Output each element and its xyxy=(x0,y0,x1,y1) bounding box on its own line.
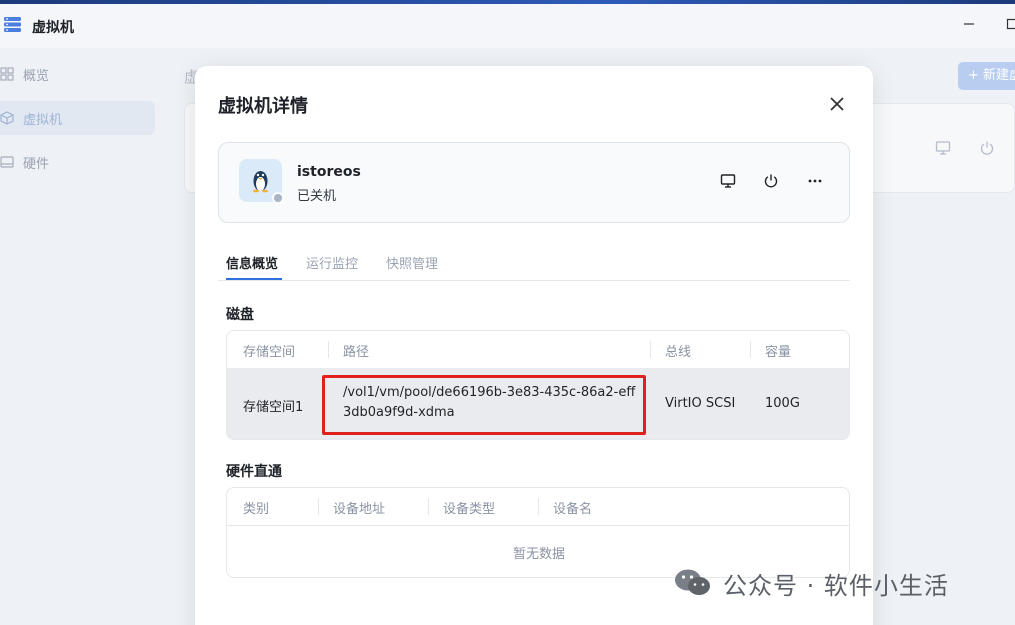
bus-cell: VirtIO SCSI xyxy=(665,396,736,411)
vm-summary-card: istoreos 已关机 xyxy=(218,142,850,223)
storage-cell: 存储空间1 xyxy=(243,400,304,415)
minimize-icon xyxy=(964,23,974,25)
status-indicator-dot xyxy=(272,192,284,204)
watermark: 公众号 · 软件小生活 xyxy=(673,566,949,600)
server-app-icon xyxy=(4,17,21,32)
path-cell: /vol1/vm/pool/de66196b-3e83-435c-86a2-ef… xyxy=(343,385,636,420)
close-icon[interactable] xyxy=(827,94,847,114)
column-divider xyxy=(538,498,539,515)
cube-icon xyxy=(0,111,14,125)
vm-status-text: 已关机 xyxy=(297,189,337,204)
sidebar-item-overview[interactable]: 概览 xyxy=(0,57,155,91)
monitor-icon[interactable] xyxy=(719,172,737,190)
column-divider xyxy=(428,498,429,515)
passthrough-table: 类别 设备地址 设备类型 设备名 暂无数据 xyxy=(226,487,850,578)
column-divider xyxy=(650,341,651,358)
column-header: 容量 xyxy=(765,345,792,360)
column-header: 总线 xyxy=(665,345,692,360)
disk-section-title: 磁盘 xyxy=(226,307,254,323)
tab-overview[interactable]: 信息概览 xyxy=(226,253,278,272)
new-vm-button[interactable]: + 新建虚 xyxy=(958,62,1015,90)
column-header: 设备类型 xyxy=(443,502,496,517)
dialog-title: 虚拟机详情 xyxy=(218,96,308,117)
tab-snapshots[interactable]: 快照管理 xyxy=(386,253,438,272)
column-header: 路径 xyxy=(343,345,370,360)
vm-details-dialog: 虚拟机详情 istoreos 已关机 信息概览 运行监控 快照管理 磁盘 存储空… xyxy=(195,66,873,625)
maximize-icon xyxy=(1006,18,1015,30)
sidebar-item-label: 概览 xyxy=(23,68,50,84)
title-bar: 虚拟机 xyxy=(0,4,1015,48)
column-divider xyxy=(750,341,751,358)
empty-state-text: 暂无数据 xyxy=(512,547,565,562)
vm-name: istoreos xyxy=(297,164,361,180)
sidebar: 概览 虚拟机 硬件 xyxy=(0,48,163,625)
table-header: 类别 设备地址 设备类型 设备名 xyxy=(227,488,849,525)
minimize-button[interactable] xyxy=(957,14,981,38)
column-header: 存储空间 xyxy=(243,345,296,360)
sidebar-item-label: 虚拟机 xyxy=(23,112,63,128)
watermark-text: 公众号 · 软件小生活 xyxy=(723,571,949,600)
column-header: 类别 xyxy=(243,502,270,517)
column-header: 设备地址 xyxy=(333,502,386,517)
column-divider xyxy=(328,341,329,358)
table-row[interactable]: 存储空间1 /vol1/vm/pool/de66196b-3e83-435c-8… xyxy=(227,368,849,439)
passthrough-section-title: 硬件直通 xyxy=(226,464,282,480)
detail-tabs: 信息概览 运行监控 快照管理 xyxy=(218,244,850,281)
drive-icon xyxy=(0,156,14,168)
app-title: 虚拟机 xyxy=(32,20,74,36)
power-icon[interactable] xyxy=(762,172,780,190)
column-divider xyxy=(318,498,319,515)
table-header: 存储空间 路径 总线 容量 xyxy=(227,331,849,368)
monitor-icon[interactable] xyxy=(935,140,951,156)
capacity-cell: 100G xyxy=(765,396,800,411)
disk-table: 存储空间 路径 总线 容量 存储空间1 /vol1/vm/pool/de6619… xyxy=(226,330,850,440)
tab-monitoring[interactable]: 运行监控 xyxy=(306,253,358,272)
power-icon[interactable] xyxy=(979,140,995,156)
header-divider xyxy=(227,525,849,526)
sidebar-item-hardware[interactable]: 硬件 xyxy=(0,145,155,179)
column-header: 设备名 xyxy=(553,502,593,517)
maximize-button[interactable] xyxy=(1000,14,1015,38)
sidebar-item-label: 硬件 xyxy=(23,156,50,172)
more-options-icon[interactable] xyxy=(806,172,824,190)
sidebar-item-vm[interactable]: 虚拟机 xyxy=(0,101,155,135)
wechat-icon xyxy=(675,569,710,595)
grid-icon xyxy=(0,67,14,81)
active-tab-indicator xyxy=(226,278,282,280)
